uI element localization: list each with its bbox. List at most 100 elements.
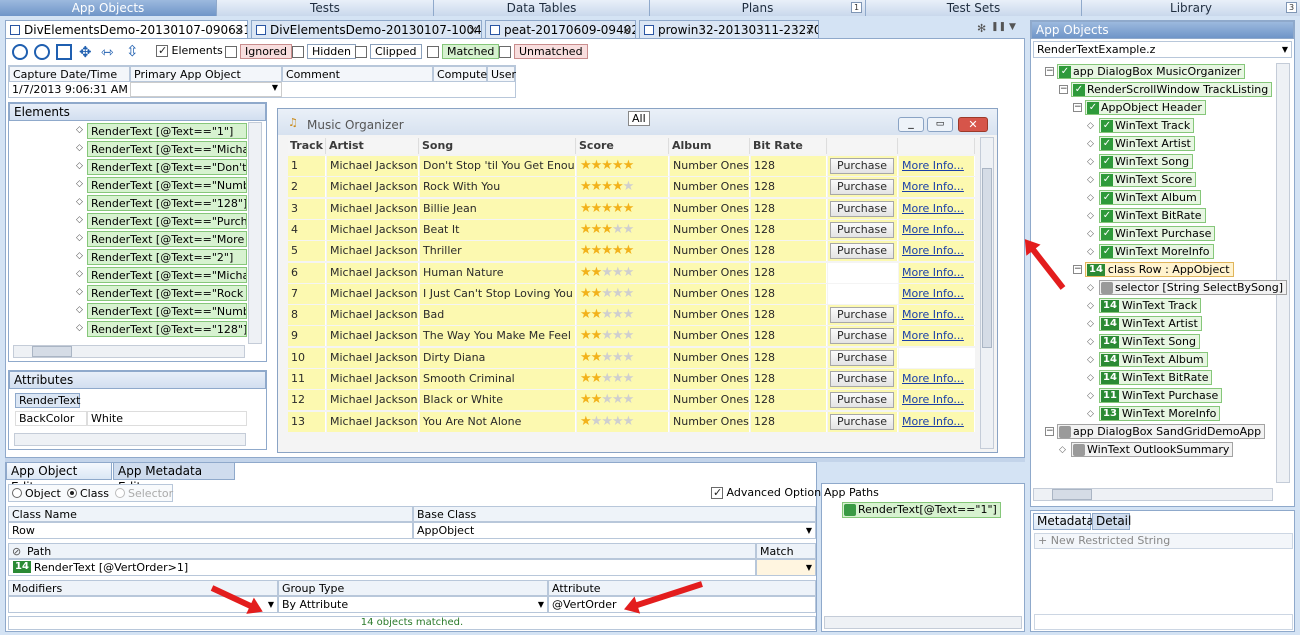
tab-library[interactable]: Library 3 <box>1082 0 1300 16</box>
horizontal-scrollbar[interactable] <box>824 616 1022 629</box>
tree-node[interactable]: ✓ WinText Track <box>1099 118 1195 134</box>
purchase-button[interactable]: Purchase <box>830 392 894 409</box>
score-cell[interactable]: ★★★★★ <box>577 326 669 347</box>
collapse-icon[interactable]: − <box>1059 85 1068 94</box>
tree-node[interactable]: ✓ WinText Score <box>1099 172 1197 188</box>
filter-matched[interactable]: Matched <box>427 44 500 60</box>
app-path-item[interactable]: RenderText[@Text=="1"] <box>842 502 1001 518</box>
filter-ignored[interactable]: Ignored <box>225 44 292 60</box>
tree-node[interactable]: 14 WinText Song <box>1099 334 1200 350</box>
tab-detail[interactable]: Detail <box>1092 513 1131 530</box>
attribute-input[interactable]: @VertOrder <box>548 596 816 613</box>
tree-node[interactable]: ✓ WinText BitRate <box>1099 208 1206 224</box>
more-info-link[interactable]: More Info... <box>902 329 964 342</box>
tree-node[interactable]: ✓ WinText Artist <box>1099 136 1195 152</box>
doc-tab[interactable]: prowin32-20130311-232707 × <box>639 20 819 38</box>
doc-tab[interactable]: DivElementsDemo-20130107-090631 × <box>5 20 248 38</box>
minimize-button[interactable]: _ <box>898 117 924 132</box>
checkbox-icon[interactable] <box>292 46 304 58</box>
group-type-select[interactable]: By Attribute ▼ <box>278 596 548 613</box>
tab-metadata[interactable]: Metadata <box>1033 513 1094 530</box>
filter-hidden[interactable]: Hidden <box>292 44 357 60</box>
more-info-link[interactable]: More Info... <box>902 223 964 236</box>
purchase-button[interactable]: Purchase <box>830 307 894 324</box>
score-cell[interactable]: ★★★★★ <box>577 262 669 283</box>
zoom-fit-icon[interactable] <box>56 44 72 60</box>
more-info-link[interactable]: More Info... <box>902 244 964 257</box>
tree-node[interactable]: 14 class Row : AppObject <box>1085 262 1234 278</box>
purchase-button[interactable]: Purchase <box>830 179 894 196</box>
zoom-out-icon[interactable] <box>34 44 50 60</box>
vertical-scrollbar[interactable] <box>1276 63 1290 483</box>
column-header-score[interactable]: Score <box>577 138 669 154</box>
scroll-thumb[interactable] <box>32 346 72 357</box>
primary-app-object-select[interactable]: ▼ <box>130 82 282 97</box>
purchase-button[interactable]: Purchase <box>830 349 894 366</box>
zoom-in-icon[interactable] <box>12 44 28 60</box>
tree-node[interactable]: 14 WinText BitRate <box>1099 370 1213 386</box>
base-class-select[interactable]: AppObject ▼ <box>413 522 816 539</box>
collapse-icon[interactable]: − <box>1073 103 1082 112</box>
vertical-scrollbar[interactable] <box>248 122 262 344</box>
tree-node[interactable]: 13 WinText MoreInfo <box>1099 406 1221 422</box>
metadata-input[interactable] <box>1034 614 1293 630</box>
close-icon[interactable]: × <box>234 21 244 38</box>
more-info-link[interactable]: More Info... <box>902 415 964 428</box>
tree-node[interactable]: ✓ WinText Song <box>1099 154 1194 170</box>
radio-object[interactable] <box>12 488 22 498</box>
filter-clipped[interactable]: Clipped <box>355 44 422 60</box>
collapse-icon[interactable]: − <box>1045 67 1054 76</box>
more-info-link[interactable]: More Info... <box>902 202 964 215</box>
maximize-button[interactable]: ▭ <box>927 117 953 132</box>
tree-node[interactable]: 14 WinText Track <box>1099 298 1202 314</box>
purchase-button[interactable]: Purchase <box>830 200 894 217</box>
tree-node[interactable]: ✓ AppObject Header <box>1085 100 1206 116</box>
more-info-link[interactable]: More Info... <box>902 159 964 172</box>
radio-class[interactable] <box>67 488 77 498</box>
checkbox-icon[interactable] <box>499 46 511 58</box>
score-cell[interactable]: ★★★★★ <box>577 219 669 240</box>
doc-tab[interactable]: peat-20170609-094029 × <box>485 20 636 38</box>
score-cell[interactable]: ★★★★★ <box>577 283 669 304</box>
close-icon[interactable]: × <box>468 21 478 38</box>
close-button[interactable]: ✕ <box>958 117 988 132</box>
resize-vertical-icon[interactable]: ⇳ <box>126 42 139 60</box>
new-restricted-string-button[interactable]: + New Restricted String <box>1034 533 1293 549</box>
score-cell[interactable]: ★★★★★ <box>577 198 669 219</box>
purchase-button[interactable]: Purchase <box>830 221 894 238</box>
checkbox-icon[interactable] <box>427 46 439 58</box>
tab-test-sets[interactable]: Test Sets <box>866 0 1082 16</box>
more-info-link[interactable]: More Info... <box>902 308 964 321</box>
purchase-button[interactable]: Purchase <box>830 371 894 387</box>
score-cell[interactable]: ★★★★★ <box>577 156 669 176</box>
more-info-link[interactable]: More Info... <box>902 372 964 385</box>
collapse-icon[interactable]: − <box>1045 427 1054 436</box>
score-cell[interactable]: ★★★★★ <box>577 411 669 432</box>
vertical-scrollbar[interactable] <box>980 137 994 449</box>
tab-plans[interactable]: Plans 1 <box>650 0 866 16</box>
filter-elements[interactable]: Elements <box>156 44 223 60</box>
resize-horizontal-icon[interactable]: ⇿ <box>101 43 114 61</box>
more-info-link[interactable]: More Info... <box>902 180 964 193</box>
pause-icon[interactable]: ❚❚ <box>991 22 1006 32</box>
checkbox-icon[interactable] <box>156 44 168 58</box>
more-info-link[interactable]: More Info... <box>902 266 964 279</box>
tree-node[interactable]: WinText OutlookSummary <box>1071 442 1234 458</box>
filter-unmatched[interactable]: Unmatched <box>499 44 588 60</box>
close-icon[interactable]: × <box>805 21 815 38</box>
tab-tests[interactable]: Tests <box>217 0 434 16</box>
scroll-thumb[interactable] <box>1052 489 1092 500</box>
score-cell[interactable]: ★★★★★ <box>577 347 669 368</box>
tab-app-object-editor[interactable]: App Object Editor <box>6 462 112 494</box>
tree-node[interactable]: app DialogBox SandGridDemoApp <box>1057 424 1266 440</box>
tree-node[interactable]: selector [String SelectBySong] <box>1099 280 1287 296</box>
horizontal-scrollbar[interactable] <box>1033 488 1273 501</box>
tab-app-metadata-editor[interactable]: App Metadata Editor <box>113 462 235 494</box>
tab-data-tables[interactable]: Data Tables <box>434 0 650 16</box>
column-header-track[interactable]: Track <box>288 138 326 154</box>
column-header-bitrate[interactable]: Bit Rate <box>751 138 827 154</box>
checkbox-icon[interactable] <box>225 46 237 58</box>
checkbox-icon[interactable] <box>711 486 723 499</box>
doc-tab[interactable]: DivElementsDemo-20130107-100416 × <box>251 20 482 38</box>
tree-node[interactable]: ✓ WinText Purchase <box>1099 226 1216 242</box>
